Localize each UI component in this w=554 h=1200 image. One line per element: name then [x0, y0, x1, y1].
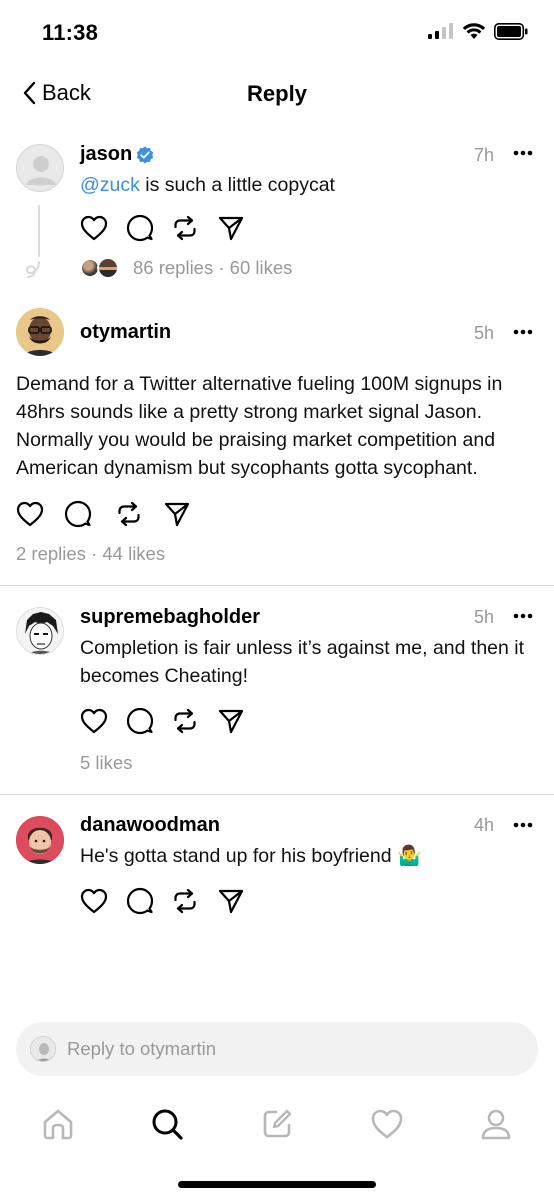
battery-icon	[494, 22, 528, 40]
send-icon	[218, 889, 244, 914]
search-icon	[152, 1109, 183, 1140]
post-text: Completion is fair unless it’s against m…	[80, 637, 525, 687]
reply-input[interactable]: Reply to otymartin	[16, 1022, 538, 1076]
post-actions	[16, 499, 210, 529]
profile-photo	[31, 1037, 55, 1061]
repost-icon	[118, 501, 140, 527]
more-options-icon[interactable]	[513, 150, 533, 156]
thread-loop-icon	[25, 261, 40, 278]
heart-icon	[80, 888, 108, 914]
like-button[interactable]	[80, 886, 126, 916]
comment-button[interactable]	[64, 499, 110, 529]
default-avatar-icon	[26, 156, 56, 185]
chevron-left-icon	[23, 81, 36, 105]
avatar-otymartin[interactable]	[16, 308, 64, 356]
home-indicator	[178, 1181, 376, 1188]
post-username[interactable]: jason	[80, 143, 132, 166]
reply-avatar-2	[97, 257, 119, 279]
tab-bar	[0, 1096, 554, 1152]
post-time: 5h	[474, 323, 495, 343]
tab-profile[interactable]	[474, 1102, 518, 1146]
share-button[interactable]	[218, 213, 264, 243]
comment-button[interactable]	[126, 706, 172, 736]
status-bar: 11:38	[0, 0, 554, 60]
status-time: 11:38	[42, 20, 99, 45]
comment-button[interactable]	[126, 213, 172, 243]
compose-icon	[263, 1109, 292, 1138]
comment-icon	[126, 707, 154, 735]
profile-photo	[16, 308, 64, 356]
back-label: Back	[42, 80, 91, 105]
post-actions	[80, 886, 264, 916]
status-icons	[428, 22, 528, 40]
repost-button[interactable]	[116, 499, 162, 529]
more-options-icon[interactable]	[513, 613, 533, 619]
post-time: 4h	[474, 815, 495, 835]
post-username[interactable]: danawoodman	[80, 814, 220, 837]
post-text: @zuck is such a little copycat	[80, 171, 520, 199]
cellular-signal-icon	[428, 23, 453, 39]
repost-icon	[174, 215, 196, 241]
activity-heart-icon	[371, 1109, 403, 1139]
repost-button[interactable]	[172, 886, 218, 916]
wifi-icon	[462, 23, 486, 39]
divider	[0, 794, 554, 795]
post-text: Demand for a Twitter alternative fueling…	[16, 373, 503, 479]
profile-icon	[481, 1109, 511, 1140]
comment-icon	[126, 214, 154, 242]
home-icon	[43, 1109, 73, 1140]
post-text-body: is such a little copycat	[139, 174, 335, 196]
tab-home[interactable]	[36, 1102, 80, 1146]
repost-icon	[174, 888, 196, 914]
verified-badge-icon	[136, 146, 154, 164]
share-button[interactable]	[164, 499, 210, 529]
heart-icon	[16, 501, 44, 527]
profile-photo	[16, 816, 64, 864]
thread-line	[38, 205, 40, 257]
mention-link[interactable]: @zuck	[80, 174, 140, 196]
tab-search[interactable]	[145, 1102, 189, 1146]
heart-icon	[80, 215, 108, 241]
repost-button[interactable]	[172, 706, 218, 736]
send-icon	[218, 216, 244, 241]
post-actions	[80, 213, 264, 243]
post-username[interactable]: supremebagholder	[80, 606, 260, 629]
post-username[interactable]: otymartin	[80, 321, 171, 344]
heart-icon	[80, 708, 108, 734]
reply-placeholder: Reply to otymartin	[67, 1038, 217, 1059]
like-button[interactable]	[80, 706, 126, 736]
share-button[interactable]	[218, 886, 264, 916]
tab-compose[interactable]	[255, 1102, 299, 1146]
comment-icon	[64, 500, 92, 528]
post-time: 5h	[474, 607, 495, 627]
post-time: 7h	[474, 145, 495, 165]
profile-photo	[17, 608, 63, 654]
tab-activity[interactable]	[365, 1102, 409, 1146]
post-stats[interactable]: 5 likes	[80, 752, 132, 774]
post-text: He's gotta stand up for his boyfriend 🤷‍…	[80, 845, 422, 867]
avatar-jason[interactable]	[16, 144, 64, 192]
send-icon	[218, 709, 244, 734]
more-options-icon[interactable]	[513, 329, 533, 335]
avatar-danawoodman[interactable]	[16, 816, 64, 864]
comment-button[interactable]	[126, 886, 172, 916]
navigation-header: Back Reply	[0, 72, 554, 118]
more-options-icon[interactable]	[513, 822, 533, 828]
post-actions	[80, 706, 264, 736]
current-user-avatar	[30, 1036, 56, 1062]
comment-icon	[126, 887, 154, 915]
post-stats[interactable]: 86 replies · 60 likes	[133, 257, 292, 279]
share-button[interactable]	[218, 706, 264, 736]
repost-icon	[174, 708, 196, 734]
avatar-supremebagholder[interactable]	[16, 607, 64, 655]
post-stats[interactable]: 2 replies · 44 likes	[16, 543, 165, 565]
divider	[0, 585, 554, 586]
reply-avatars	[80, 257, 120, 279]
like-button[interactable]	[16, 499, 62, 529]
back-button[interactable]: Back	[22, 80, 91, 106]
send-icon	[164, 502, 190, 527]
like-button[interactable]	[80, 213, 126, 243]
repost-button[interactable]	[172, 213, 218, 243]
